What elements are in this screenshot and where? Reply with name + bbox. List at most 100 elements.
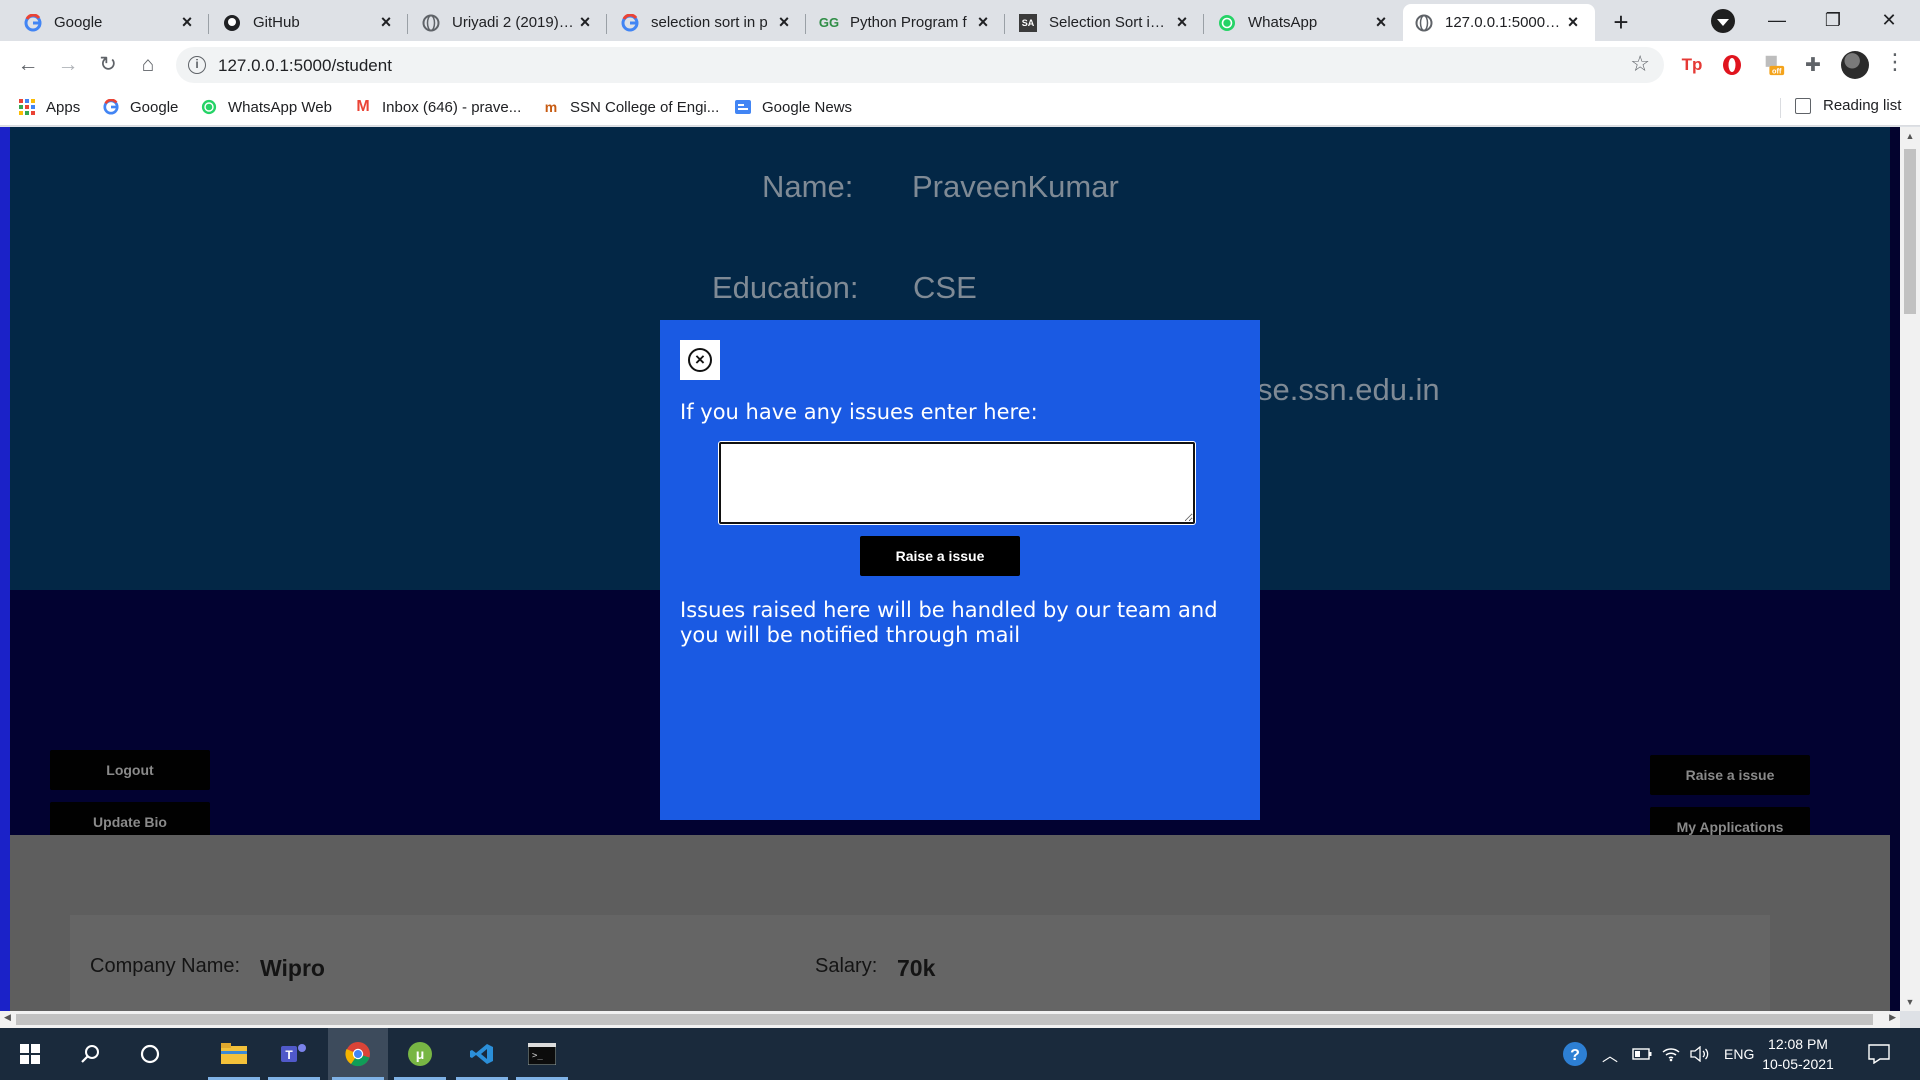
help-icon[interactable]: ? — [1562, 1028, 1588, 1080]
tab-selection-sort-search[interactable]: selection sort in p × — [609, 4, 806, 41]
tp-extension-icon[interactable]: Tp — [1680, 53, 1704, 77]
tab-separator — [208, 14, 209, 34]
horizontal-scrollbar[interactable]: ◀ ▶ — [0, 1011, 1900, 1028]
url-text[interactable]: 127.0.0.1:5000/student — [218, 56, 392, 76]
site-info-icon[interactable]: i — [188, 56, 206, 74]
modal-raise-issue-button[interactable]: Raise a issue — [860, 536, 1020, 576]
search-icon[interactable] — [60, 1028, 120, 1080]
bookmark-label: Inbox (646) - prave... — [382, 98, 522, 116]
notification-icon[interactable] — [1868, 1028, 1890, 1080]
salary-value: 70k — [897, 955, 936, 981]
tab-google[interactable]: Google × — [12, 4, 209, 41]
horizontal-scroll-thumb[interactable] — [16, 1014, 1873, 1025]
forward-icon[interactable]: → — [52, 49, 84, 81]
name-label: Name: — [762, 169, 854, 204]
profile-avatar[interactable] — [1841, 51, 1869, 79]
bookmark-apps[interactable]: Apps — [18, 97, 80, 117]
vertical-scroll-thumb[interactable] — [1904, 149, 1916, 314]
chrome-icon[interactable] — [328, 1028, 388, 1080]
sa-icon: SA — [1019, 13, 1037, 32]
scroll-up-icon[interactable]: ▲ — [1900, 131, 1920, 141]
close-tab-icon[interactable]: × — [376, 12, 396, 33]
menu-kebab-icon[interactable]: ⋮ — [1884, 49, 1906, 75]
close-window-button[interactable]: ✕ — [1862, 0, 1916, 41]
scroll-down-icon[interactable]: ▼ — [1900, 997, 1920, 1007]
tab-whatsapp[interactable]: WhatsApp × — [1206, 4, 1403, 41]
tab-python-program[interactable]: GG Python Program f × — [808, 4, 1005, 41]
tab-title: Uriyadi 2 (2019) Ta — [452, 14, 575, 31]
education-value: CSE — [913, 270, 977, 305]
back-icon[interactable]: ← — [12, 49, 44, 81]
utorrent-icon[interactable]: μ — [390, 1028, 450, 1080]
bookmark-inbox[interactable]: M Inbox (646) - prave... — [354, 97, 521, 117]
bookmarks-bar: Apps Google WhatsApp Web M Inbox (646) -… — [0, 88, 1920, 126]
bookmark-star-icon[interactable]: ☆ — [1630, 51, 1650, 77]
issue-textarea[interactable] — [719, 442, 1195, 524]
modal-close-button[interactable]: × — [680, 340, 720, 380]
close-tab-icon[interactable]: × — [774, 12, 794, 33]
tab-search-icon[interactable] — [1711, 9, 1735, 33]
logout-button[interactable]: Logout — [50, 750, 210, 790]
bookmark-whatsapp-web[interactable]: WhatsApp Web — [200, 97, 332, 117]
ssn-icon: m — [544, 99, 558, 115]
gfg-icon: GG — [818, 15, 840, 30]
tab-selection-sort-sa[interactable]: SA Selection Sort in P × — [1007, 4, 1204, 41]
tab-uriyadi[interactable]: Uriyadi 2 (2019) Ta × — [410, 4, 607, 41]
reading-list-button[interactable]: Reading list — [1795, 97, 1901, 114]
tab-separator — [1004, 14, 1005, 34]
tab-title: 127.0.0.1:5000/stu — [1445, 14, 1563, 31]
bookmark-google[interactable]: Google — [102, 97, 178, 117]
scroll-right-icon[interactable]: ▶ — [1889, 1012, 1896, 1023]
close-tab-icon[interactable]: × — [1563, 12, 1583, 33]
tab-student-page[interactable]: 127.0.0.1:5000/stu × — [1403, 4, 1595, 41]
file-explorer-icon[interactable] — [204, 1028, 264, 1080]
page-viewport: Name: PraveenKumar Education: CSE se.ssn… — [0, 127, 1900, 1011]
globe-icon — [422, 14, 440, 32]
start-windows-icon[interactable] — [0, 1028, 60, 1080]
svg-text:>_: >_ — [532, 1051, 543, 1061]
honey-extension-icon[interactable]: off — [1762, 53, 1786, 77]
vscode-icon[interactable] — [452, 1028, 512, 1080]
clock-time: 12:08 PM — [1768, 1036, 1828, 1052]
home-icon[interactable]: ⌂ — [132, 49, 164, 81]
battery-icon[interactable] — [1632, 1028, 1652, 1080]
bookmark-google-news[interactable]: Google News — [734, 97, 852, 117]
salary-label: Salary: — [815, 955, 878, 977]
google-icon — [621, 13, 639, 32]
bookmark-label: Apps — [46, 98, 81, 116]
close-tab-icon[interactable]: × — [575, 12, 595, 33]
reading-list-label: Reading list — [1823, 97, 1902, 114]
terminal-icon[interactable]: >_ — [512, 1028, 572, 1080]
tab-github[interactable]: GitHub × — [211, 4, 408, 41]
teams-icon[interactable]: T — [264, 1028, 324, 1080]
raise-issue-button[interactable]: Raise a issue — [1650, 755, 1810, 795]
tab-title: GitHub — [253, 14, 300, 31]
scroll-left-icon[interactable]: ◀ — [4, 1012, 11, 1023]
bookmark-ssn[interactable]: m SSN College of Engi... — [542, 97, 719, 117]
restore-button[interactable]: ❐ — [1806, 0, 1860, 41]
tab-separator — [407, 14, 408, 34]
close-tab-icon[interactable]: × — [973, 12, 993, 33]
close-tab-icon[interactable]: × — [1172, 12, 1192, 33]
svg-text:T: T — [285, 1048, 293, 1062]
reading-list-icon — [1795, 97, 1811, 114]
vertical-scrollbar[interactable]: ▲ ▼ — [1900, 127, 1920, 1011]
wifi-icon[interactable] — [1662, 1028, 1680, 1080]
opera-extension-icon[interactable] — [1720, 53, 1744, 77]
tab-title: Python Program f — [850, 14, 967, 31]
tab-title: WhatsApp — [1248, 14, 1318, 31]
show-hidden-icons-icon[interactable]: ︿ — [1602, 1028, 1618, 1080]
clock[interactable]: 12:08 PM 10-05-2021 — [1758, 1034, 1838, 1074]
cortana-icon[interactable] — [120, 1028, 180, 1080]
google-icon — [102, 98, 120, 116]
minimize-button[interactable]: — — [1750, 0, 1804, 41]
extensions-puzzle-icon[interactable]: ✚ — [1801, 53, 1825, 77]
address-bar[interactable]: i 127.0.0.1:5000/student ☆ — [176, 47, 1664, 83]
close-tab-icon[interactable]: × — [177, 12, 197, 33]
reload-icon[interactable]: ↻ — [92, 49, 124, 81]
new-tab-button[interactable]: + — [1606, 8, 1636, 38]
volume-icon[interactable] — [1690, 1028, 1710, 1080]
language-indicator[interactable]: ENG — [1724, 1028, 1754, 1080]
whatsapp-icon — [1218, 14, 1236, 32]
close-tab-icon[interactable]: × — [1371, 12, 1391, 33]
